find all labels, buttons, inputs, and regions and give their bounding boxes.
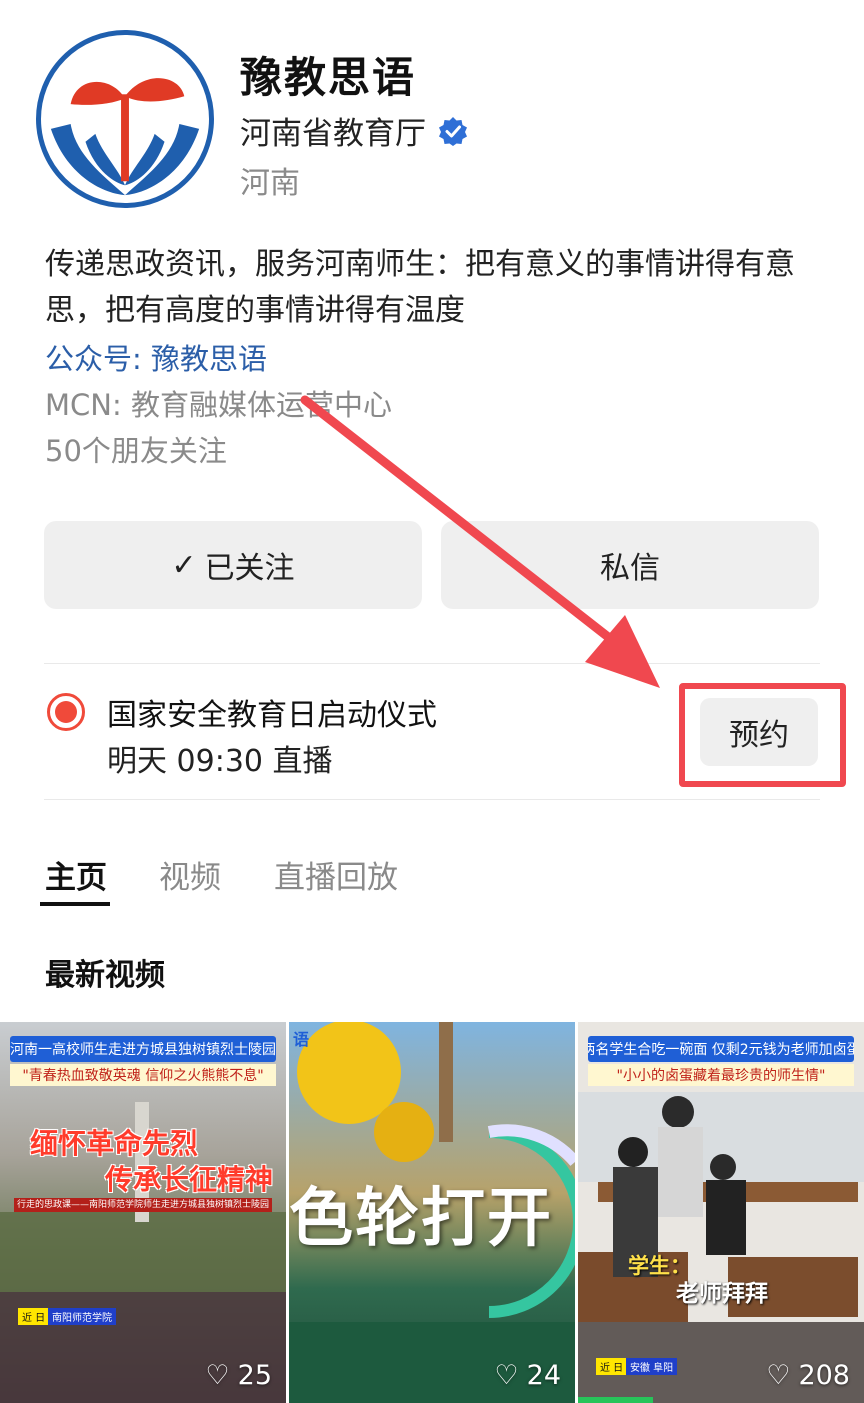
- divider: [44, 663, 820, 664]
- video-banner: 两名学生合吃一碗面 仅剩2元钱为老师加卤蛋: [588, 1036, 854, 1062]
- channel-watermark: 语: [293, 1030, 310, 1049]
- live-indicator-icon: [47, 693, 85, 731]
- like-count: ♡ 208: [766, 1360, 850, 1391]
- annotation-highlight-box: [679, 683, 846, 787]
- video-subtitle: "青春热血致敬英魂 信仰之火熊熊不息": [10, 1064, 276, 1086]
- heart-icon: ♡: [205, 1360, 230, 1391]
- profile-org: 河南省教育厅: [240, 108, 468, 153]
- video-tag: 近 日: [18, 1308, 50, 1325]
- message-label: 私信: [600, 551, 660, 586]
- video-thumbnail[interactable]: 语 色轮打开 ♡ 24: [289, 1022, 575, 1403]
- followed-button[interactable]: ✓ 已关注: [44, 521, 422, 609]
- tab-videos[interactable]: 视频: [159, 852, 221, 897]
- like-value: 24: [526, 1360, 561, 1391]
- video-headline: 色轮打开: [289, 1182, 553, 1256]
- latest-videos-title: 最新视频: [45, 958, 165, 993]
- video-headline-1: 缅怀革命先烈: [30, 1127, 199, 1160]
- like-value: 25: [237, 1360, 272, 1391]
- video-caption: 行走的思政课——南阳师范学院师生走进方城县独树镇烈士陵园: [14, 1198, 272, 1212]
- video-subtitle: "小小的卤蛋藏着最珍贵的师生情": [588, 1064, 854, 1086]
- profile-name: 豫教思语: [240, 53, 417, 102]
- video-tag: 安徽 阜阳: [626, 1358, 678, 1375]
- official-account-link[interactable]: 公众号: 豫教思语: [45, 336, 267, 378]
- message-button[interactable]: 私信: [441, 521, 819, 609]
- avatar[interactable]: [36, 30, 214, 208]
- video-thumbnail[interactable]: 两名学生合吃一碗面 仅剩2元钱为老师加卤蛋 "小小的卤蛋藏着最珍贵的师生情" 学…: [578, 1022, 864, 1403]
- like-count: ♡ 25: [205, 1360, 272, 1391]
- video-caption-teacher: 老师拜拜: [676, 1281, 768, 1307]
- mcn-label: MCN: 教育融媒体运营中心: [45, 388, 392, 422]
- video-tag: 南阳师范学院: [48, 1308, 116, 1325]
- video-tag: 近 日: [596, 1358, 628, 1375]
- logo-sprout-icon: [50, 78, 200, 196]
- video-thumbnail[interactable]: 河南一高校师生走进方城县独树镇烈士陵园 "青春热血致敬英魂 信仰之火熊熊不息" …: [0, 1022, 286, 1403]
- profile-region: 河南: [240, 166, 300, 201]
- video-headline-2: 传承长征精神: [105, 1163, 274, 1196]
- live-time: 明天 09:30 直播: [107, 744, 333, 779]
- org-label: 河南省教育厅: [240, 116, 426, 152]
- check-icon: ✓: [171, 547, 197, 583]
- profile-bio: 传递思政资讯，服务河南师生：把有意义的事情讲得有意思，把有高度的事情讲得有温度: [45, 247, 795, 328]
- tab-live-replay[interactable]: 直播回放: [274, 852, 398, 897]
- like-value: 208: [798, 1360, 850, 1391]
- followed-label: 已关注: [204, 551, 295, 586]
- divider: [44, 799, 820, 800]
- heart-icon: ♡: [494, 1360, 519, 1391]
- verified-badge-icon: [438, 116, 468, 146]
- video-banner: 河南一高校师生走进方城县独树镇烈士陵园: [10, 1036, 276, 1062]
- tab-active-indicator: [40, 902, 110, 906]
- friends-following-label[interactable]: 50个朋友关注: [45, 428, 227, 470]
- like-count: ♡ 24: [494, 1360, 561, 1391]
- tab-home[interactable]: 主页: [45, 852, 107, 897]
- live-title[interactable]: 国家安全教育日启动仪式: [107, 690, 437, 734]
- heart-icon: ♡: [766, 1360, 791, 1391]
